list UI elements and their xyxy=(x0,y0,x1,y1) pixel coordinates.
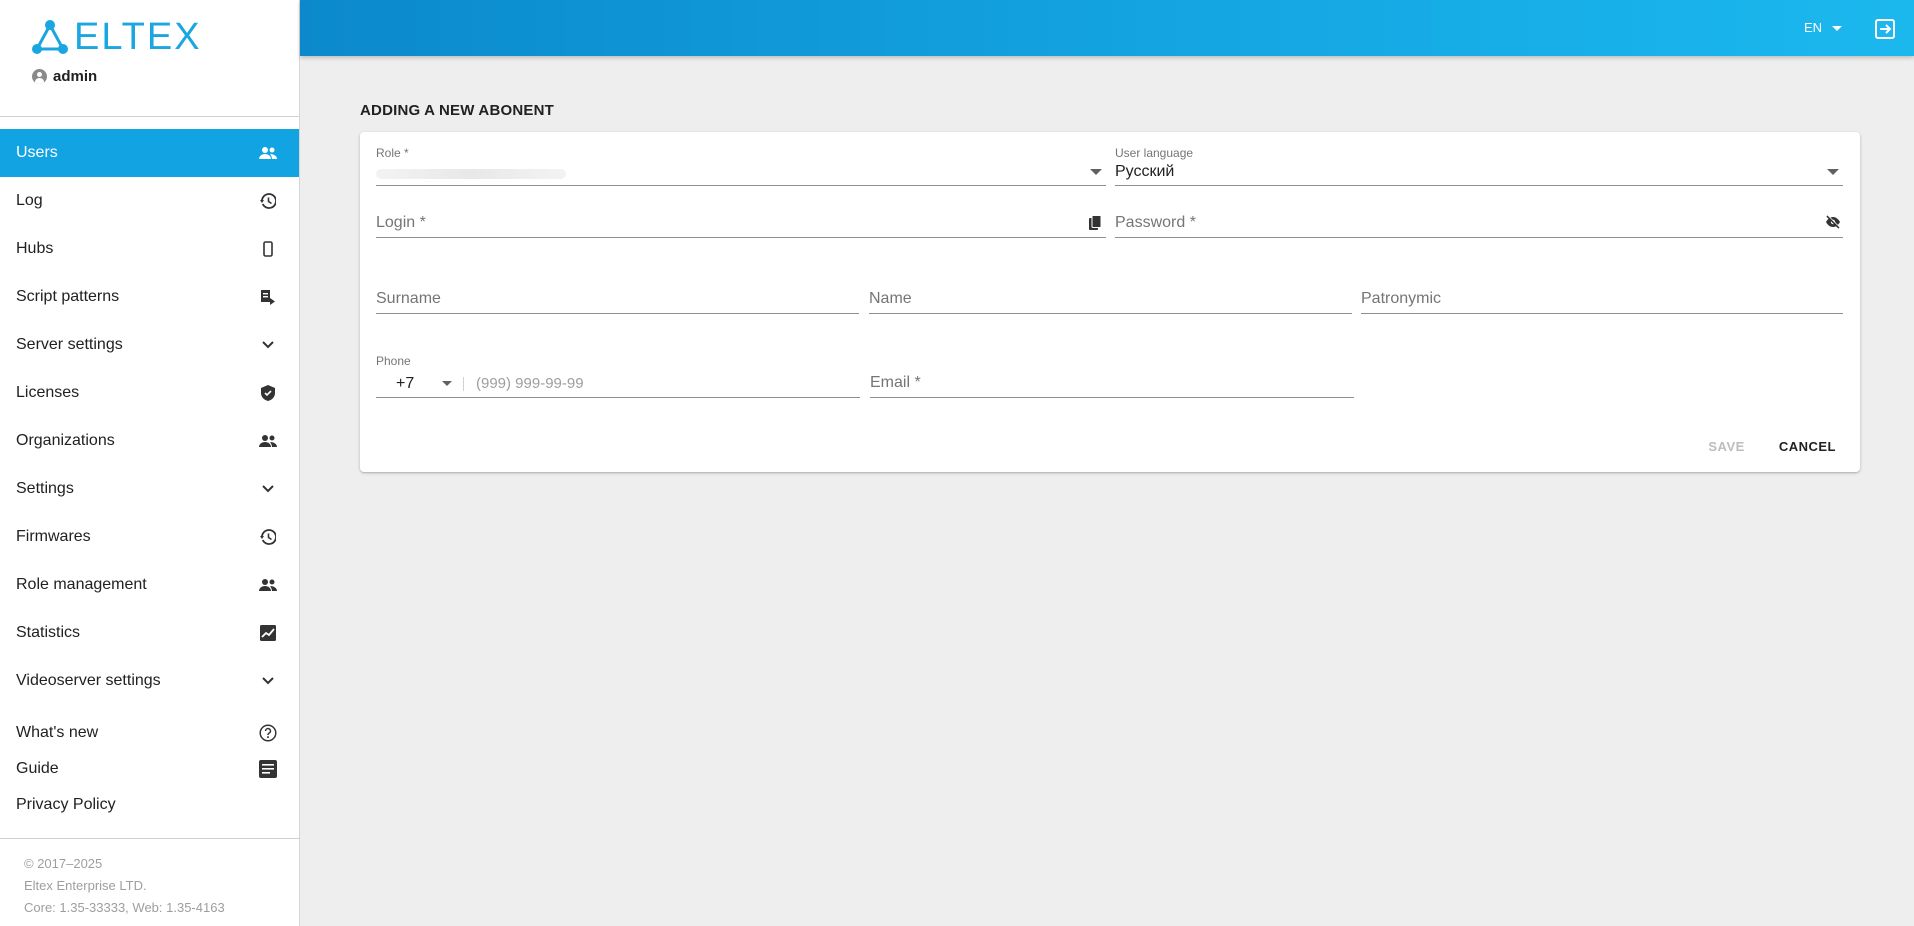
sidebar: ELTEX admin Users Log Hubs Script patter… xyxy=(0,0,300,926)
login-placeholder: Login * xyxy=(376,214,426,231)
name-input[interactable]: Name xyxy=(869,278,1352,314)
nav-item-firmwares[interactable]: Firmwares xyxy=(0,513,299,561)
user-language-select[interactable]: User language Русский xyxy=(1115,146,1843,186)
nav-item-server-settings[interactable]: Server settings xyxy=(0,321,299,369)
brand-name: ELTEX xyxy=(74,16,202,58)
help-circle-icon xyxy=(259,724,277,742)
privacy-policy-link[interactable]: Privacy Policy xyxy=(0,787,299,823)
copy-icon[interactable] xyxy=(1088,215,1104,231)
history-icon xyxy=(259,192,277,210)
nav-item-label: Users xyxy=(16,144,58,161)
password-input[interactable]: Password * xyxy=(1115,202,1843,238)
main-nav: Users Log Hubs Script patterns Server se… xyxy=(0,129,299,705)
phone-separator xyxy=(463,377,464,391)
surname-input[interactable]: Surname xyxy=(376,278,859,314)
caret-down-icon[interactable] xyxy=(442,381,452,386)
phone-device-icon xyxy=(259,240,277,258)
whats-new-link[interactable]: What's new xyxy=(0,715,299,751)
group-icon xyxy=(259,144,277,162)
sidebar-footer: © 2017–2025 Eltex Enterprise LTD. Core: … xyxy=(0,838,300,926)
nav-item-videoserver-settings[interactable]: Videoserver settings xyxy=(0,657,299,705)
caret-down-icon xyxy=(1090,169,1102,175)
shield-icon xyxy=(259,384,277,402)
nav-item-script-patterns[interactable]: Script patterns xyxy=(0,273,299,321)
nav-item-organizations[interactable]: Organizations xyxy=(0,417,299,465)
top-bar: EN xyxy=(300,0,1914,56)
group-icon xyxy=(259,576,277,594)
eltex-logo[interactable]: ELTEX xyxy=(30,18,299,56)
nav-item-hubs[interactable]: Hubs xyxy=(0,225,299,273)
eltex-logo-icon xyxy=(32,20,68,54)
group-icon xyxy=(259,432,277,450)
chevron-down-icon xyxy=(259,480,277,498)
script-icon xyxy=(259,288,277,306)
password-placeholder: Password * xyxy=(1115,214,1196,231)
save-button[interactable]: SAVE xyxy=(1708,439,1744,454)
phone-country-code[interactable]: +7 xyxy=(396,375,414,393)
role-value-redacted xyxy=(376,169,566,179)
nav-item-licenses[interactable]: Licenses xyxy=(0,369,299,417)
company-name: Eltex Enterprise LTD. xyxy=(24,878,147,893)
email-placeholder: Email * xyxy=(870,374,921,391)
copyright: © 2017–2025 xyxy=(24,856,103,871)
login-input[interactable]: Login * xyxy=(376,202,1106,238)
brand-area: ELTEX admin xyxy=(0,0,299,117)
current-user: admin xyxy=(32,68,299,85)
nav-item-label: Firmwares xyxy=(16,528,91,545)
phone-input[interactable]: (999) 999-99-99 xyxy=(476,375,584,392)
nav-item-label: Log xyxy=(16,192,43,209)
link-label: Privacy Policy xyxy=(16,796,116,813)
nav-item-users[interactable]: Users xyxy=(0,129,299,177)
nav-item-label: Script patterns xyxy=(16,288,120,305)
chevron-down-icon xyxy=(259,672,277,690)
nav-item-label: Hubs xyxy=(16,240,54,257)
cancel-button[interactable]: CANCEL xyxy=(1779,439,1836,454)
user-name: admin xyxy=(53,68,98,85)
nav-item-role-management[interactable]: Role management xyxy=(0,561,299,609)
nav-item-label: Settings xyxy=(16,480,74,497)
patronymic-placeholder: Patronymic xyxy=(1361,290,1442,307)
account-icon xyxy=(32,69,47,84)
guide-link[interactable]: Guide xyxy=(0,751,299,787)
version-info: Core: 1.35-33333, Web: 1.35-4163 xyxy=(24,900,225,915)
nav-item-settings[interactable]: Settings xyxy=(0,465,299,513)
form-actions: SAVE CANCEL xyxy=(1708,439,1836,454)
link-label: Guide xyxy=(16,760,59,777)
nav-item-label: Statistics xyxy=(16,624,81,641)
logout-icon[interactable] xyxy=(1874,18,1896,40)
nav-item-label: Organizations xyxy=(16,432,115,449)
caret-down-icon xyxy=(1832,25,1842,31)
language-selector[interactable]: EN xyxy=(1804,20,1842,35)
link-label: What's new xyxy=(16,724,99,741)
sidebar-links: What's new Guide Privacy Policy xyxy=(0,715,299,823)
surname-placeholder: Surname xyxy=(376,290,441,307)
caret-down-icon xyxy=(1827,169,1839,175)
nav-item-label: Videoserver settings xyxy=(16,672,161,689)
chevron-down-icon xyxy=(259,336,277,354)
nav-item-statistics[interactable]: Statistics xyxy=(0,609,299,657)
role-label: Role * xyxy=(376,146,409,160)
add-abonent-form: Role * User language Русский Login * Pas… xyxy=(360,132,1860,472)
nav-item-label: Server settings xyxy=(16,336,123,353)
phone-field: Phone +7 (999) 999-99-99 xyxy=(376,354,860,398)
email-input[interactable]: Email * xyxy=(870,362,1354,398)
nav-item-label: Licenses xyxy=(16,384,80,401)
history-icon xyxy=(259,528,277,546)
phone-label: Phone xyxy=(376,354,411,368)
chart-icon xyxy=(259,624,277,642)
nav-item-log[interactable]: Log xyxy=(0,177,299,225)
patronymic-input[interactable]: Patronymic xyxy=(1361,278,1843,314)
eye-off-icon[interactable] xyxy=(1825,215,1841,231)
role-select[interactable]: Role * xyxy=(376,146,1106,186)
user-language-value: Русский xyxy=(1115,163,1175,180)
name-placeholder: Name xyxy=(869,290,912,307)
page-title: ADDING A NEW ABONENT xyxy=(360,102,554,119)
document-icon xyxy=(259,760,277,778)
language-code: EN xyxy=(1803,20,1822,35)
user-language-label: User language xyxy=(1115,146,1194,160)
nav-item-label: Role management xyxy=(16,576,147,593)
